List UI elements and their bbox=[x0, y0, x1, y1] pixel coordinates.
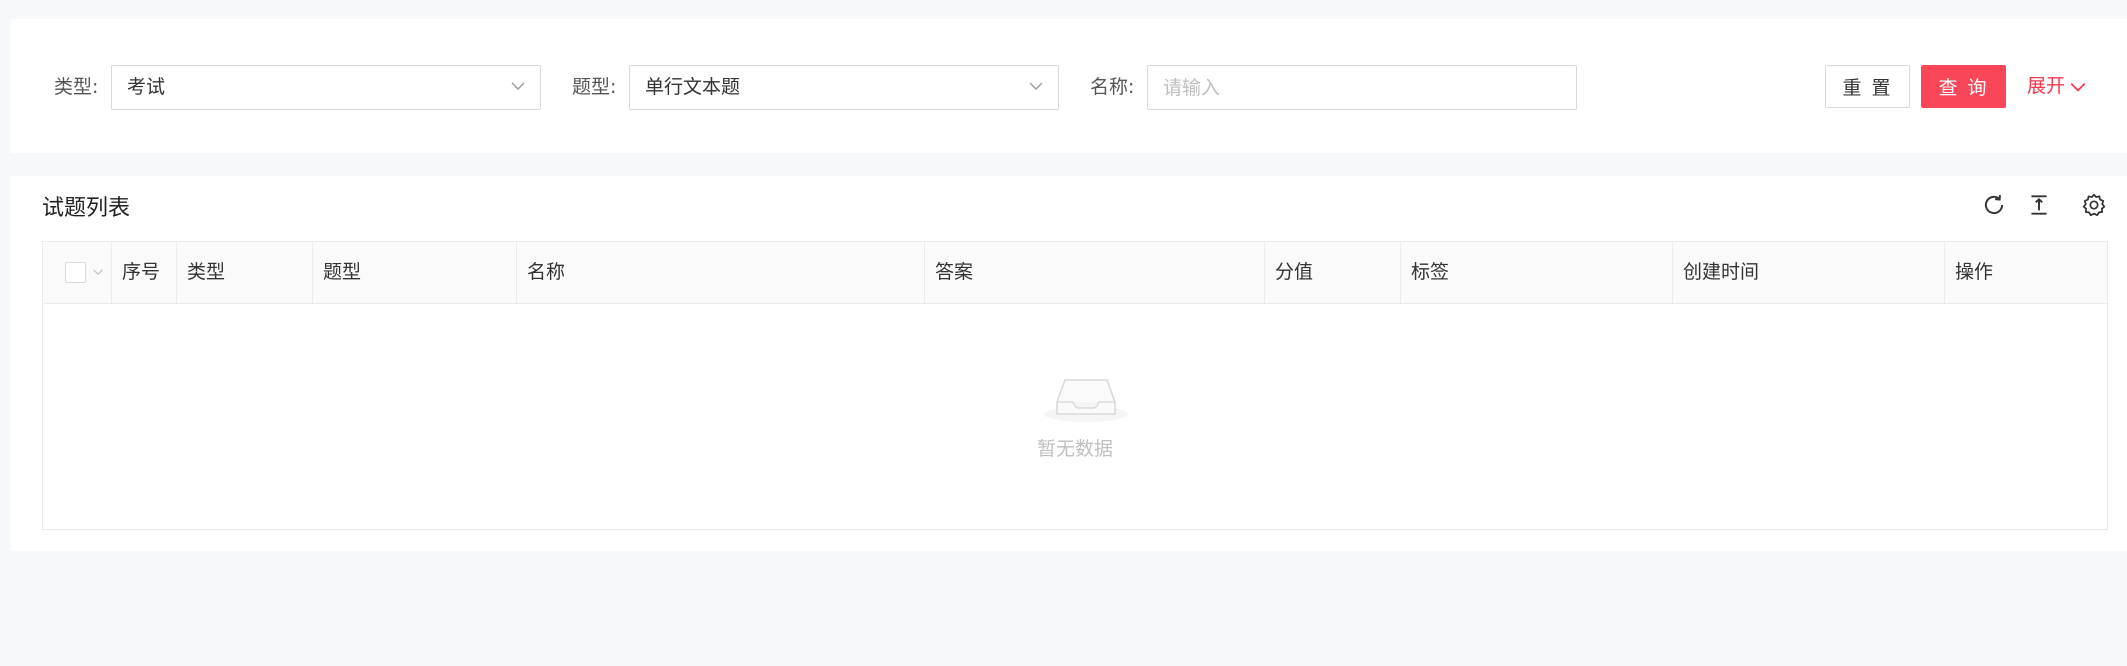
expand-toggle[interactable]: 展开 bbox=[2027, 65, 2087, 108]
refresh-icon[interactable] bbox=[1981, 192, 2007, 218]
select-all-cell bbox=[43, 242, 112, 303]
type-select[interactable]: 考试 bbox=[111, 65, 541, 110]
column-header-index[interactable]: 序号 bbox=[112, 242, 177, 303]
type-select-value: 考试 bbox=[127, 76, 166, 98]
chevron-down-icon bbox=[511, 82, 525, 90]
column-header-question-type[interactable]: 题型 bbox=[313, 242, 517, 303]
name-input[interactable] bbox=[1148, 66, 1576, 109]
column-header-score[interactable]: 分值 bbox=[1265, 242, 1401, 303]
setting-icon[interactable] bbox=[2081, 192, 2107, 218]
list-title: 试题列表 bbox=[42, 196, 131, 221]
column-header-type[interactable]: 类型 bbox=[177, 242, 313, 303]
type-filter-label: 类型: bbox=[54, 76, 99, 98]
empty-inbox-icon bbox=[1044, 379, 1128, 422]
question-list-panel: 试题列表 序号 类型 题型 名称 答案 分值 标签 创建时间 操作 暂无数据 bbox=[11, 176, 2127, 551]
question-table: 序号 类型 题型 名称 答案 分值 标签 创建时间 操作 暂无数据 bbox=[42, 241, 2108, 530]
select-all-checkbox[interactable] bbox=[65, 262, 86, 283]
expand-toggle-label: 展开 bbox=[2027, 75, 2066, 97]
empty-state-text: 暂无数据 bbox=[1036, 438, 1113, 460]
chevron-down-icon[interactable] bbox=[92, 266, 104, 278]
chevron-down-icon bbox=[1029, 82, 1043, 90]
column-header-created-time[interactable]: 创建时间 bbox=[1673, 242, 1945, 303]
column-header-actions[interactable]: 操作 bbox=[1945, 242, 2107, 303]
filter-panel: 类型: 考试 题型: 单行文本题 名称: 重 置 查 询 展开 bbox=[11, 19, 2127, 153]
table-header: 序号 类型 题型 名称 答案 分值 标签 创建时间 操作 bbox=[43, 242, 2107, 304]
column-height-icon[interactable] bbox=[2026, 192, 2052, 218]
column-header-tags[interactable]: 标签 bbox=[1401, 242, 1673, 303]
column-header-answer[interactable]: 答案 bbox=[925, 242, 1265, 303]
question-type-filter-label: 题型: bbox=[572, 76, 617, 98]
chevron-down-icon bbox=[2070, 82, 2086, 92]
empty-state: 暂无数据 bbox=[43, 304, 2107, 529]
reset-button[interactable]: 重 置 bbox=[1825, 65, 1910, 108]
question-type-select-value: 单行文本题 bbox=[645, 76, 741, 98]
query-button[interactable]: 查 询 bbox=[1921, 65, 2006, 108]
name-input-wrapper bbox=[1147, 65, 1577, 110]
name-filter-label: 名称: bbox=[1090, 76, 1135, 98]
question-type-select[interactable]: 单行文本题 bbox=[629, 65, 1059, 110]
column-header-name[interactable]: 名称 bbox=[517, 242, 925, 303]
